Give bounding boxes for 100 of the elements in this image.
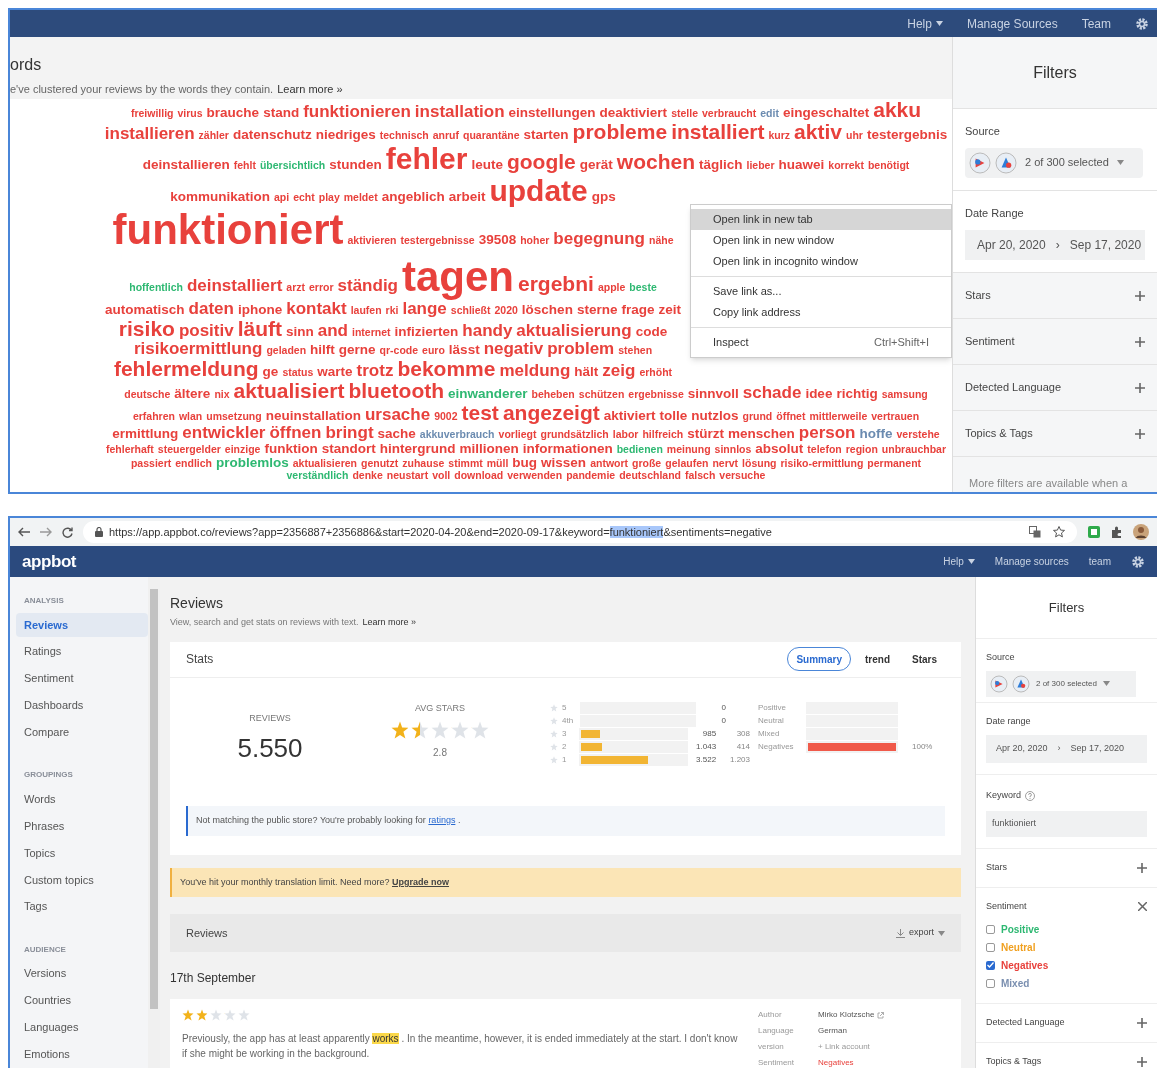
cloud-word[interactable]: deutschland: [619, 470, 681, 482]
cloud-word[interactable]: läuft: [237, 318, 282, 341]
cloud-word[interactable]: grundsätzlich: [540, 429, 609, 441]
address-bar[interactable]: https://app.appbot.co/reviews?app=2356887+2356886&start=2020-04-20&end=2020-09-17&keyword=funktioniert&sentiments=negative: [83, 521, 1077, 543]
settings-icon[interactable]: [1131, 554, 1145, 569]
sidebar-item[interactable]: Topics: [16, 840, 148, 865]
cloud-word[interactable]: warte: [317, 364, 353, 380]
cloud-word[interactable]: ermittlung: [112, 427, 179, 442]
plus-icon[interactable]: [1137, 1056, 1147, 1067]
cloud-word[interactable]: sinnvoll: [687, 386, 739, 402]
cloud-word[interactable]: edit: [760, 108, 779, 120]
cloud-word[interactable]: rki: [385, 305, 399, 317]
cloud-word[interactable]: telefon: [807, 443, 842, 456]
sidebar-item[interactable]: Versions: [16, 961, 148, 986]
cloud-word[interactable]: tolle: [659, 409, 688, 424]
cloud-word[interactable]: große: [632, 458, 662, 470]
cloud-word[interactable]: schade: [742, 383, 802, 402]
filter-section-title[interactable]: Sentiment: [965, 333, 1015, 350]
sidebar-item[interactable]: Reviews: [16, 612, 148, 637]
checkbox[interactable]: [986, 924, 995, 934]
cloud-word[interactable]: leute: [471, 158, 503, 173]
cloud-word[interactable]: aktiviert: [603, 409, 656, 424]
sidebar-item[interactable]: Phrases: [16, 814, 148, 838]
cloud-word[interactable]: umsetzung: [206, 411, 262, 423]
cloud-word[interactable]: risikoermittlung: [133, 340, 263, 358]
cloud-word[interactable]: qr-code: [379, 345, 419, 357]
cloud-word[interactable]: laufen: [350, 305, 382, 317]
cloud-word[interactable]: idee: [805, 386, 833, 402]
cloud-word[interactable]: error: [309, 282, 334, 294]
cloud-word[interactable]: richtig: [836, 386, 878, 402]
cloud-word[interactable]: kommunikation: [170, 189, 270, 204]
cloud-word[interactable]: geladen: [266, 345, 307, 357]
cloud-word[interactable]: zeig: [602, 361, 636, 380]
cloud-word[interactable]: täglich: [699, 158, 743, 173]
menu-item[interactable]: Open link in new tab: [691, 209, 951, 230]
cloud-word[interactable]: deaktiviert: [599, 106, 668, 121]
cloud-word[interactable]: risiko: [118, 318, 175, 341]
cloud-word[interactable]: angezeigt: [502, 402, 600, 425]
cloud-word[interactable]: erfahren: [132, 411, 175, 423]
cloud-word[interactable]: lösung: [742, 458, 777, 470]
cloud-word[interactable]: einstellungen: [508, 106, 596, 121]
cloud-word[interactable]: uhr: [846, 130, 863, 142]
sidebar-item[interactable]: Words: [16, 787, 148, 812]
date-range-field[interactable]: Apr 20, 2020 › Sep 17, 2020: [986, 734, 1147, 763]
cloud-word[interactable]: wochen: [616, 151, 695, 174]
cloud-word[interactable]: stelle: [671, 108, 698, 120]
cloud-word[interactable]: euro: [422, 345, 445, 357]
cloud-word[interactable]: sinn: [286, 325, 314, 340]
cloud-word[interactable]: fehler: [385, 143, 468, 175]
cloud-word[interactable]: verstehe: [896, 429, 940, 441]
cloud-word[interactable]: problem: [547, 340, 615, 358]
checkbox[interactable]: [986, 960, 995, 970]
cloud-word[interactable]: informationen: [522, 441, 613, 457]
cloud-word[interactable]: aktualisiert: [233, 379, 345, 402]
cloud-word[interactable]: technisch: [379, 130, 429, 142]
cloud-word[interactable]: vertrauen: [871, 411, 920, 423]
cloud-word[interactable]: negativ: [483, 340, 544, 358]
cloud-word[interactable]: begegnung: [553, 230, 645, 248]
cloud-word[interactable]: mittlerweile: [809, 411, 868, 423]
cloud-word[interactable]: grund: [742, 411, 773, 423]
cloud-word[interactable]: deinstallieren: [142, 158, 230, 173]
cloud-word[interactable]: arzt: [286, 282, 306, 294]
cloud-word[interactable]: entwickler: [182, 424, 266, 442]
upgrade-link[interactable]: Upgrade now: [392, 876, 449, 887]
filter-section-title[interactable]: Detected Language: [965, 379, 1062, 396]
reload-icon[interactable]: [62, 526, 73, 538]
cloud-word[interactable]: frage: [621, 303, 655, 318]
cloud-word[interactable]: stürzt: [687, 427, 724, 442]
cloud-word[interactable]: api: [274, 191, 290, 204]
plus-icon[interactable]: [1137, 1017, 1147, 1028]
nav-link[interactable]: Manage sources: [994, 554, 1069, 569]
cloud-word[interactable]: akkuverbrauch: [419, 429, 495, 441]
cloud-word[interactable]: lässt: [448, 343, 480, 358]
cloud-word[interactable]: einzige: [224, 443, 261, 456]
forward-icon[interactable]: [40, 527, 52, 537]
cloud-word[interactable]: automatisch: [105, 303, 185, 318]
cloud-word[interactable]: verständlich: [286, 470, 349, 482]
meta-value[interactable]: + Link account: [818, 1041, 870, 1053]
cloud-word[interactable]: fehlermeldung: [113, 357, 259, 380]
cloud-word[interactable]: einwanderer: [448, 386, 528, 402]
cloud-word[interactable]: hoffe: [859, 427, 893, 442]
cloud-word[interactable]: quarantäne: [463, 130, 520, 142]
cloud-word[interactable]: aktualisieren: [292, 458, 357, 470]
filter-section-title[interactable]: Sentiment: [986, 900, 1027, 914]
nav-link[interactable]: Manage Sources: [966, 14, 1058, 33]
menu-item[interactable]: Save link as...: [691, 281, 951, 302]
cloud-word[interactable]: hoher: [520, 235, 550, 247]
cloud-word[interactable]: niedriges: [315, 128, 376, 143]
cloud-word[interactable]: müll: [486, 458, 509, 470]
cloud-word[interactable]: meldet: [343, 191, 378, 204]
cloud-word[interactable]: löschen: [521, 303, 573, 318]
checkbox[interactable]: [986, 978, 995, 988]
cloud-word[interactable]: angeblich: [381, 189, 445, 204]
cloud-word[interactable]: bluetooth: [348, 379, 445, 402]
cloud-word[interactable]: passiert: [130, 458, 172, 470]
cloud-word[interactable]: beste: [629, 282, 657, 294]
cloud-word[interactable]: infizierten: [394, 325, 459, 340]
plus-icon[interactable]: [1137, 863, 1147, 873]
filter-section-title[interactable]: Topics & Tags: [986, 1054, 1042, 1068]
cloud-word[interactable]: problemlos: [216, 456, 289, 471]
